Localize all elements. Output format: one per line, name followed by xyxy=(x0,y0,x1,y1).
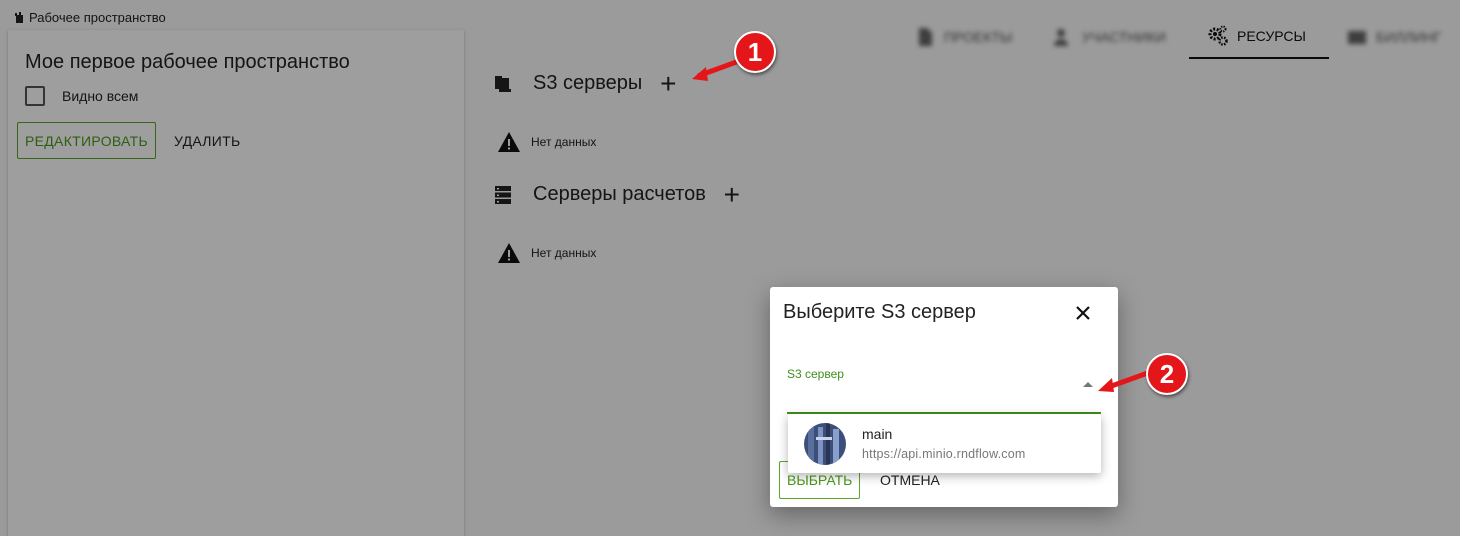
avatar xyxy=(804,423,846,465)
close-button[interactable] xyxy=(1070,300,1096,326)
callout-1: 1 xyxy=(734,31,776,73)
select-s3-dialog: Выберите S3 сервер S3 сервер ВЫБРАТЬ ОТМ… xyxy=(770,287,1118,507)
s3-server-field-label: S3 сервер xyxy=(787,367,844,381)
list-item-title: main xyxy=(862,426,893,442)
callout-2: 2 xyxy=(1146,353,1188,395)
caret-up-icon[interactable] xyxy=(1083,382,1093,387)
list-item[interactable]: main https://api.minio.rndflow.com xyxy=(788,414,1101,473)
dialog-title: Выберите S3 сервер xyxy=(783,301,976,323)
close-icon xyxy=(1076,306,1090,320)
s3-server-dropdown: main https://api.minio.rndflow.com xyxy=(788,414,1101,473)
list-item-url: https://api.minio.rndflow.com xyxy=(862,447,1026,461)
